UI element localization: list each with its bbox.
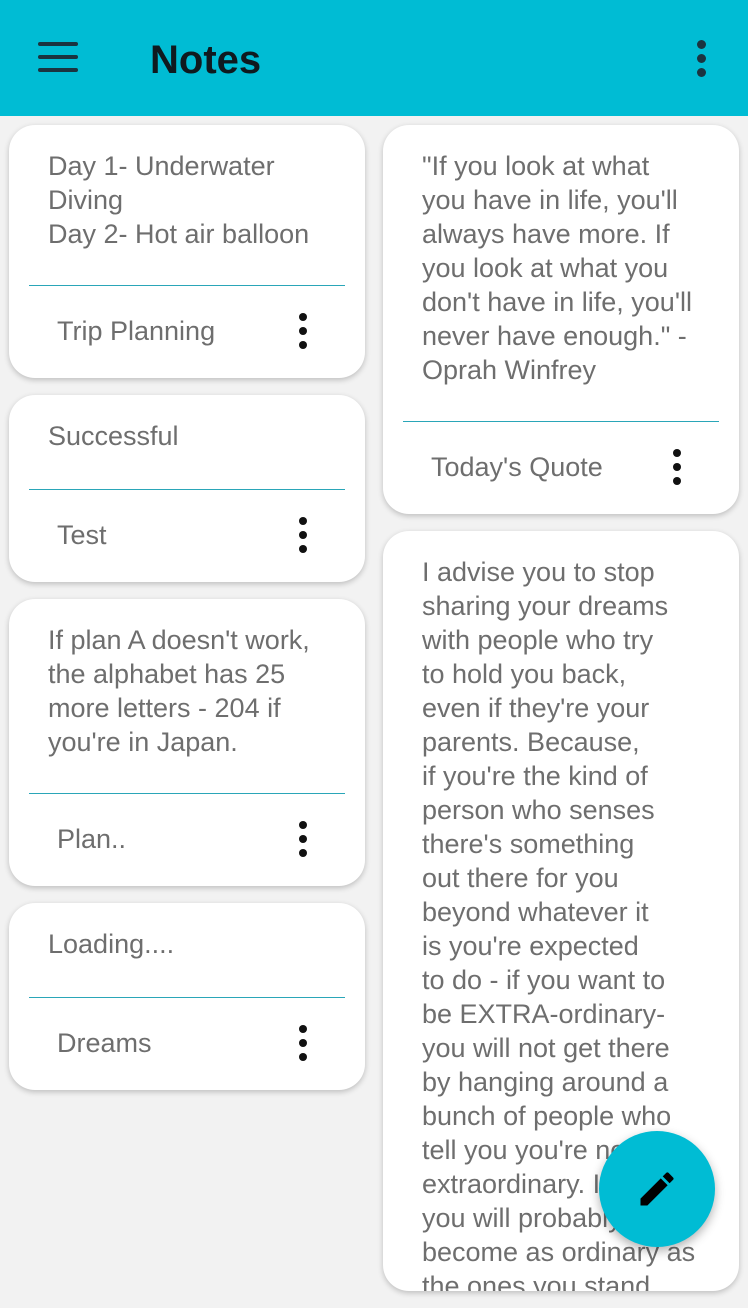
note-title: Dreams: [57, 1028, 152, 1058]
note-card[interactable]: If plan A doesn't work, the alphabet has…: [9, 599, 365, 886]
note-footer: Today's Quote: [383, 422, 739, 514]
note-footer: Dreams: [9, 998, 365, 1090]
more-vert-icon[interactable]: [690, 40, 714, 78]
edit-pencil-icon: [640, 1172, 674, 1206]
note-title: Trip Planning: [57, 316, 216, 346]
new-note-fab[interactable]: [599, 1131, 715, 1247]
note-footer: Trip Planning: [9, 286, 365, 378]
note-body: If plan A doesn't work, the alphabet has…: [48, 625, 310, 757]
note-card[interactable]: Successful Test: [9, 395, 365, 582]
note-more-icon[interactable]: [293, 313, 313, 351]
note-title: Test: [57, 520, 107, 550]
note-card[interactable]: "If you look at what you have in life, y…: [383, 125, 739, 514]
note-body: Day 1- Underwater Diving Day 2- Hot air …: [48, 151, 310, 249]
note-body: "If you look at what you have in life, y…: [422, 151, 692, 385]
app-bar: Notes: [0, 0, 748, 116]
note-title: Today's Quote: [431, 452, 603, 482]
page-title: Notes: [150, 38, 262, 82]
note-card[interactable]: Day 1- Underwater Diving Day 2- Hot air …: [9, 125, 365, 378]
note-body: Successful: [48, 421, 179, 451]
note-title: Plan..: [57, 824, 127, 854]
note-more-icon[interactable]: [667, 449, 687, 487]
hamburger-menu-icon[interactable]: [38, 42, 78, 72]
note-footer: Plan..: [9, 794, 365, 886]
note-more-icon[interactable]: [293, 1025, 313, 1063]
notes-column-left: Day 1- Underwater Diving Day 2- Hot air …: [9, 125, 365, 1107]
note-footer: Test: [9, 490, 365, 582]
note-body: Loading....: [48, 929, 175, 959]
note-more-icon[interactable]: [293, 517, 313, 555]
note-more-icon[interactable]: [293, 821, 313, 859]
notes-column-right: "If you look at what you have in life, y…: [383, 125, 739, 1308]
note-card[interactable]: Loading.... Dreams: [9, 903, 365, 1090]
